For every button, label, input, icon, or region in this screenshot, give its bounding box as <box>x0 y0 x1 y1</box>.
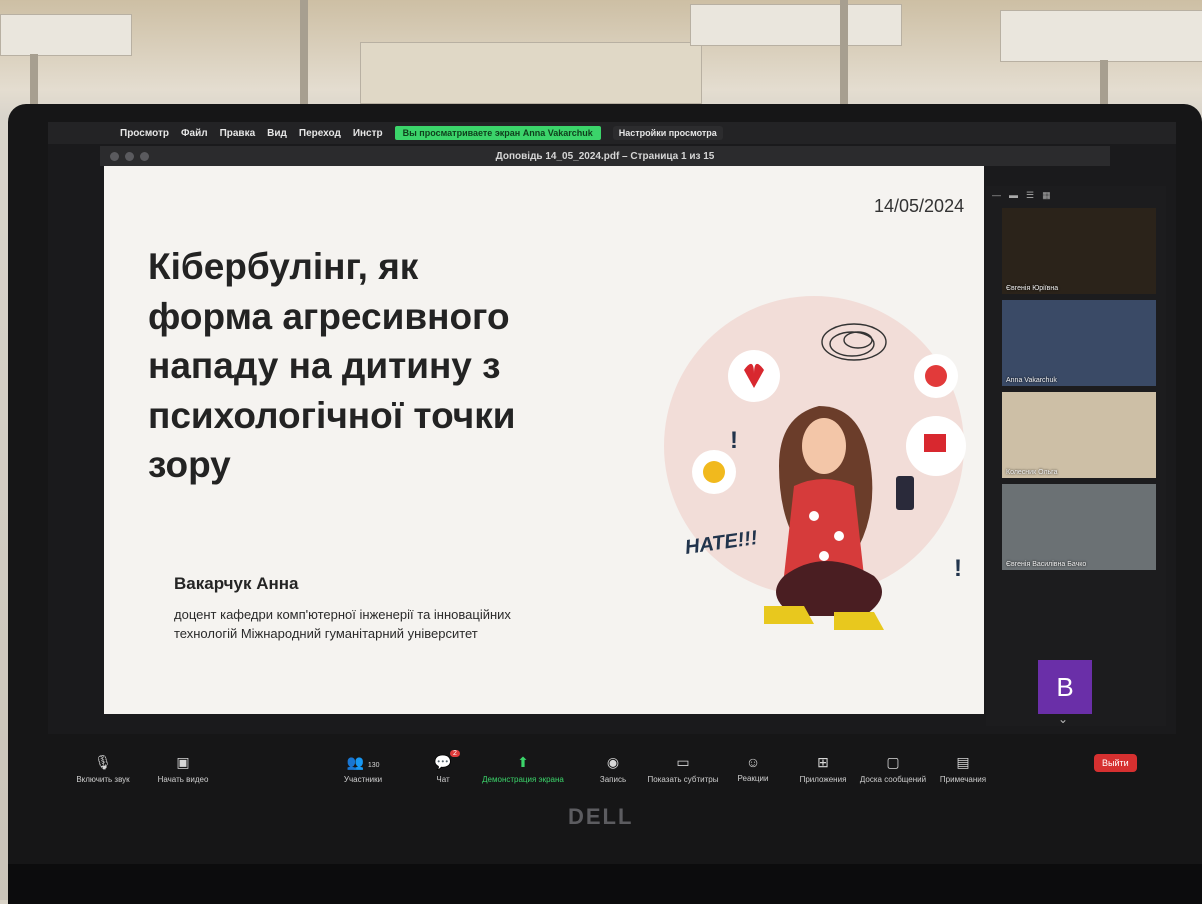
mic-off-icon: 🎙 <box>94 754 112 770</box>
gallery-view-icon[interactable]: ▦ <box>1042 190 1051 201</box>
video-off-icon: ▣ <box>176 754 190 770</box>
participant-video <box>1002 208 1156 294</box>
viewer-title-bar: Доповідь 14_05_2024.pdf – Страница 1 из … <box>100 146 1110 166</box>
participants-icon: 👥 130 <box>346 754 380 770</box>
leave-button[interactable]: Выйти <box>1094 754 1137 772</box>
slide-title-line: нападу на дитину з <box>148 345 501 387</box>
meeting-controls: 🎙 Включить звук ▣ Начать видео 👥 130 Участн… <box>48 734 1176 806</box>
participants-panel: — ▬ ☰ ▦ Євгенія Юріївна Anna Vakarchuk К… <box>986 186 1166 726</box>
exclamation-icon: ! <box>730 427 738 454</box>
dell-logo: DELL <box>568 804 634 829</box>
angry-face-bubble-icon <box>914 354 958 398</box>
chevron-down-icon[interactable]: ⌄ <box>1058 712 1068 726</box>
minimize-panel-icon[interactable]: — <box>992 190 1001 201</box>
participant-tile[interactable]: Колесник Ольга <box>1002 392 1156 478</box>
desk-leg <box>840 0 848 104</box>
desk-leg <box>1100 60 1108 104</box>
participant-video <box>1002 300 1156 386</box>
menu-item-go[interactable]: Переход <box>299 128 341 139</box>
desk-leg <box>30 54 38 104</box>
slide-affiliation: доцент кафедри комп'ютерної інженерії та… <box>174 606 704 644</box>
slide-title-line: зору <box>148 444 231 486</box>
share-screen-button[interactable]: ⬆ Демонстрация экрана <box>468 754 578 784</box>
panel-toolbar: — ▬ ☰ ▦ <box>986 186 1166 205</box>
desk <box>690 4 902 46</box>
participant-video <box>1002 392 1156 478</box>
desk <box>1000 10 1202 62</box>
participant-name: Євгенія Юріївна <box>1006 285 1059 292</box>
participant-name: Колесник Ольга <box>1006 469 1058 476</box>
start-video-button[interactable]: ▣ Начать видео <box>138 754 228 784</box>
participant-tile[interactable]: Євгенія Василівна Бачко <box>1002 484 1156 570</box>
participant-avatar[interactable]: B <box>1038 660 1092 714</box>
speaker-view-icon[interactable]: ▬ <box>1009 190 1018 201</box>
participant-tile[interactable]: Anna Vakarchuk <box>1002 300 1156 386</box>
menu-item-view-2[interactable]: Вид <box>267 128 287 139</box>
participant-video <box>1002 484 1156 570</box>
slide-title-line: психологічної точки <box>148 394 516 436</box>
menu-item-file[interactable]: Файл <box>181 128 208 139</box>
broken-heart-bubble-icon <box>728 350 780 402</box>
affiliation-line: доцент кафедри комп'ютерної інженерії та… <box>174 607 511 622</box>
notes-button[interactable]: ▤ Примечания <box>918 754 1008 784</box>
desk <box>360 42 702 104</box>
desk-leg <box>300 0 308 104</box>
mac-menu-bar: Просмотр Файл Правка Вид Переход Инстр В… <box>48 122 1176 144</box>
document-title: Доповідь 14_05_2024.pdf – Страница 1 из … <box>495 150 715 162</box>
slide-title-line: Кібербулінг, як <box>148 246 419 287</box>
slide-title-line: форма агресивного <box>148 295 510 337</box>
laptop-base <box>8 864 1202 904</box>
cyberbullying-illustration: ! ! ! HATE!!! <box>664 296 966 630</box>
affiliation-line: технологій Міжнародний гуманітарний унів… <box>174 625 478 641</box>
sad-face-bubble-icon <box>692 450 736 494</box>
participant-name: Anna Vakarchuk <box>1006 377 1057 384</box>
slide-title: Кібербулінг, як форма агресивного нападу… <box>148 242 668 490</box>
view-options-button[interactable]: Настройки просмотра <box>612 126 723 140</box>
menu-item-view[interactable]: Просмотр <box>120 128 169 139</box>
strip-view-icon[interactable]: ☰ <box>1026 190 1034 201</box>
presentation-slide: 14/05/2024 Кібербулінг, як форма агресив… <box>104 166 984 714</box>
menu-item-edit[interactable]: Правка <box>220 128 256 139</box>
participant-count: 130 <box>367 762 380 769</box>
slide-date: 14/05/2024 <box>874 196 965 216</box>
dislike-bubble-icon <box>906 416 966 476</box>
chat-badge: 2 <box>450 750 460 757</box>
menu-item-tools[interactable]: Инстр <box>353 128 383 139</box>
slide-author: Вакарчук Анна <box>174 574 299 593</box>
phone-icon <box>896 476 914 510</box>
notes-icon: ▤ <box>956 754 970 770</box>
participant-tile[interactable]: Євгенія Юріївна <box>1002 208 1156 294</box>
screen-share-banner: Вы просматриваете экран Anna Vakarchuk <box>394 126 601 140</box>
unmute-button[interactable]: 🎙 Включить звук <box>58 754 148 784</box>
laptop: Просмотр Файл Правка Вид Переход Инстр В… <box>8 104 1202 904</box>
participant-name: Євгенія Василівна Бачко <box>1006 561 1087 568</box>
laptop-screen: Просмотр Файл Правка Вид Переход Инстр В… <box>48 122 1176 806</box>
desk <box>0 14 132 56</box>
exclamation-icon: ! <box>954 555 962 582</box>
participants-button[interactable]: 👥 130 Участники <box>318 754 408 784</box>
share-screen-icon: ⬆ <box>517 754 529 770</box>
